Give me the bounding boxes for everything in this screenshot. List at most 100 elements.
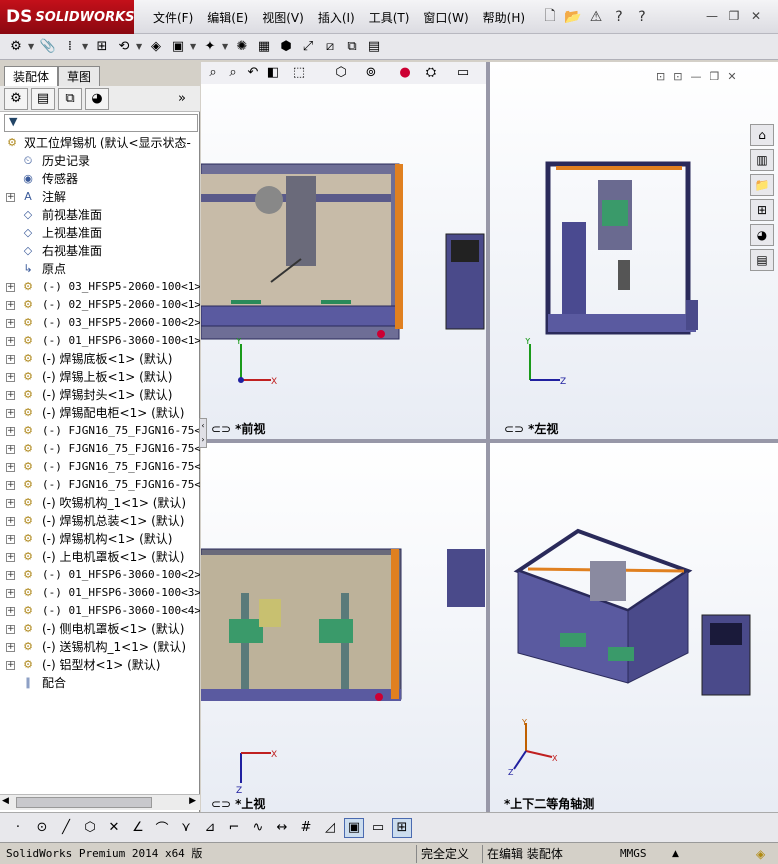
file-explorer-icon[interactable]: 📁 (750, 174, 774, 196)
tree-item[interactable]: + ⚙ (-) 上电机罩板<1> (默认) (0, 548, 200, 566)
options-icon[interactable]: ? (609, 7, 629, 27)
expand-icon[interactable]: + (6, 589, 15, 598)
edit-appearance-icon[interactable]: ● (395, 62, 415, 82)
chevron-down-icon[interactable]: ▼ (28, 42, 36, 51)
chevron-down-icon[interactable]: ▼ (222, 42, 230, 51)
hide-show-items-icon[interactable]: ⊚ (361, 62, 381, 82)
menu-window[interactable]: 窗口(W) (416, 9, 475, 27)
single-view-icon[interactable]: ▭ (368, 818, 388, 838)
apply-scene-icon[interactable]: ⛭ (421, 62, 441, 82)
linear-pattern-icon[interactable]: ⁞ (60, 37, 80, 57)
clearance-verification-icon[interactable]: ⧉ (342, 37, 362, 57)
scroll-right-icon[interactable]: ▶ (189, 796, 196, 806)
expand-icon[interactable]: + (6, 535, 15, 544)
tree-item[interactable]: + ⚙ (-) 01_HFSP6-3060-100<3> ( (0, 584, 200, 602)
scroll-left-icon[interactable]: ◀ (2, 796, 9, 806)
zoom-area-icon[interactable]: ⌕ (223, 62, 243, 82)
instant3d-icon[interactable]: ▤ (364, 37, 384, 57)
expand-icon[interactable]: + (6, 373, 15, 382)
tree-item[interactable]: + ⚙ (-) 焊锡机总装<1> (默认) (0, 512, 200, 530)
menu-view[interactable]: 视图(V) (255, 9, 311, 27)
expand-panel-icon[interactable]: » (170, 88, 194, 110)
menu-file[interactable]: 文件(F) (146, 9, 200, 27)
expand-icon[interactable]: + (6, 553, 15, 562)
grid-icon[interactable]: # (296, 818, 316, 838)
display-manager-tab-icon[interactable]: ◕ (85, 87, 109, 110)
tree-item[interactable]: + ⚙ (-) 焊锡配电柜<1> (默认) (0, 404, 200, 422)
viewport-left[interactable]: ⊡ ⊡ — ❐ ✕ Y Z ⊂⊃ *左视 (490, 62, 778, 439)
viewport-horizontal-splitter[interactable] (201, 439, 778, 443)
tree-item[interactable]: ◉ 传感器 (0, 170, 200, 188)
expand-icon[interactable]: + (6, 301, 15, 310)
insert-component-icon[interactable]: ⚙ (6, 37, 26, 57)
trim-icon[interactable]: ✕ (104, 818, 124, 838)
tree-item[interactable]: ◇ 前视基准面 (0, 206, 200, 224)
custom-properties-icon[interactable]: ▤ (750, 249, 774, 271)
units-selector[interactable]: MMGS (616, 845, 651, 863)
tree-item[interactable]: + ⚙ (-) 01_HFSP6-3060-100<1> ( (0, 332, 200, 350)
dimension-icon[interactable]: ↔ (272, 818, 292, 838)
viewport-top[interactable]: Z X ⊂⊃ *上视 (201, 443, 486, 812)
feature-tree-tab-icon[interactable]: ⚙ (4, 87, 28, 110)
units-dropdown-icon[interactable]: ▲ (668, 845, 683, 863)
link-views-icon[interactable]: ⊂⊃ (504, 422, 524, 436)
tree-item[interactable]: ∥ 配合 (0, 674, 200, 692)
reference-geometry-icon[interactable]: ✦ (200, 37, 220, 57)
tab-sketch[interactable]: 草图 (58, 66, 101, 86)
viewport-isometric[interactable]: Y X Z *上下二等角轴测 (490, 443, 778, 812)
tree-item[interactable]: + ⚙ (-) 焊锡封头<1> (默认) (0, 386, 200, 404)
viewport-front[interactable]: ⌕ ⌕ ↶ ◧ ⬚ ⬡ ⊚ ● ⛭ ▭ Y X ⊂⊃ *前视 (201, 62, 486, 439)
exploded-view-icon[interactable]: ⬢ (276, 37, 296, 57)
tree-item[interactable]: ↳ 原点 (0, 260, 200, 278)
tree-item[interactable]: + ⚙ (-) 吹锡机构_1<1> (默认) (0, 494, 200, 512)
configuration-manager-tab-icon[interactable]: ⧉ (58, 87, 82, 110)
menu-help[interactable]: 帮助(H) (476, 9, 532, 27)
tree-item[interactable]: + ⚙ (-) 送锡机构_1<1> (默认) (0, 638, 200, 656)
minimize-icon[interactable]: — (704, 9, 720, 23)
smart-fasteners-icon[interactable]: ⊞ (92, 37, 112, 57)
mate-icon[interactable]: 📎 (38, 37, 58, 57)
expand-icon[interactable]: + (6, 517, 15, 526)
expand-icon[interactable]: + (6, 391, 15, 400)
expand-icon[interactable]: + (6, 463, 15, 472)
polygon-icon[interactable]: ⬡ (80, 818, 100, 838)
spline-icon[interactable]: ∿ (248, 818, 268, 838)
horizontal-scrollbar[interactable]: ◀ ▶ (0, 794, 200, 810)
tree-item[interactable]: + ⚙ (-) 02_HFSP5-2060-100<1> ( (0, 296, 200, 314)
3d-view-icon[interactable]: ▣ (344, 817, 364, 838)
tree-item[interactable]: + ⚙ (-) 焊锡底板<1> (默认) (0, 350, 200, 368)
zoom-to-fit-icon[interactable]: ⌕ (203, 62, 223, 82)
four-view-icon[interactable]: ⊞ (392, 817, 412, 838)
tree-item[interactable]: + ⚙ (-) 01_HFSP6-3060-100<2> ( (0, 566, 200, 584)
chevron-down-icon[interactable]: ▼ (190, 42, 198, 51)
expand-icon[interactable]: + (6, 409, 15, 418)
rebuild-warning-icon[interactable]: ⚠ (586, 7, 606, 27)
tree-item[interactable]: + ⚙ (-) 03_HFSP5-2060-100<1> ( (0, 278, 200, 296)
move-component-icon[interactable]: ⟲ (114, 37, 134, 57)
tree-item[interactable]: + ⚙ (-) 焊锡机构<1> (默认) (0, 530, 200, 548)
assembly-features-icon[interactable]: ▣ (168, 37, 188, 57)
tree-item[interactable]: ◇ 右视基准面 (0, 242, 200, 260)
appearances-scenes-icon[interactable]: ◕ (750, 224, 774, 246)
tree-item[interactable]: + ⚙ (-) 焊锡上板<1> (默认) (0, 368, 200, 386)
expand-icon[interactable]: + (6, 337, 15, 346)
help-icon[interactable]: ? (632, 7, 652, 27)
menu-edit[interactable]: 编辑(E) (200, 9, 255, 27)
expand-icon[interactable]: + (6, 445, 15, 454)
design-library-icon[interactable]: ▥ (750, 149, 774, 171)
point-icon[interactable]: · (8, 818, 28, 838)
bill-of-materials-icon[interactable]: ▦ (254, 37, 274, 57)
tree-item[interactable]: + ⚙ (-) FJGN16_75_FJGN16-75<2> (0, 440, 200, 458)
tab-assembly[interactable]: 装配体 (4, 66, 59, 86)
expand-icon[interactable]: + (6, 571, 15, 580)
tree-item[interactable]: + ⚙ (-) FJGN16_75_FJGN16-75<3> (0, 458, 200, 476)
tree-item[interactable]: + ⚙ (-) FJGN16_75_FJGN16-75<4> (0, 476, 200, 494)
view-palette-icon[interactable]: ⊞ (750, 199, 774, 221)
chevron-down-icon[interactable]: ▼ (136, 42, 144, 51)
expand-icon[interactable]: + (6, 607, 15, 616)
chamfer-icon[interactable]: ⋎ (176, 818, 196, 838)
tag-icon[interactable]: ◈ (752, 845, 769, 863)
corner-icon[interactable]: ⌐ (224, 818, 244, 838)
expand-icon[interactable]: + (6, 643, 15, 652)
expand-icon[interactable]: + (6, 319, 15, 328)
